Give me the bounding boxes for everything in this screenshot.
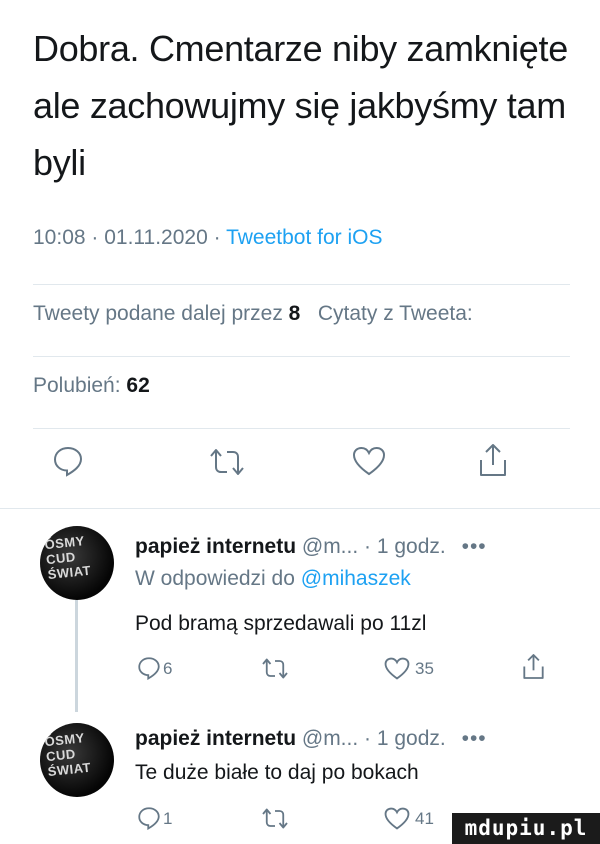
reply-icon[interactable]: [137, 656, 161, 680]
share-icon[interactable]: [522, 653, 545, 680]
like-count: 41: [415, 809, 434, 828]
retweet-icon[interactable]: [207, 447, 247, 477]
reply-text: Pod bramą sprzedawali po 11zl: [135, 612, 427, 635]
author-name[interactable]: papież internetu: [135, 535, 296, 558]
share-icon[interactable]: [478, 443, 508, 477]
more-options-icon[interactable]: •••: [462, 727, 487, 750]
reply-text: Te duże białe to daj po bokach: [135, 761, 419, 784]
author-name[interactable]: papież internetu: [135, 727, 296, 750]
reply-icon[interactable]: [52, 445, 84, 477]
divider: [33, 356, 570, 357]
retweets-label[interactable]: Tweety podane dalej przez: [33, 302, 283, 325]
reply-header: papież internetu @m... · 1 godz. •••: [135, 535, 487, 559]
divider: [33, 428, 570, 429]
author-handle: @m... · 1 godz.: [301, 727, 446, 750]
tweet-client-link[interactable]: Tweetbot for iOS: [226, 226, 382, 249]
reply-count: 6: [163, 659, 173, 678]
mention-link[interactable]: @mihaszek: [301, 567, 411, 590]
tweet-text: Dobra. Cmentarze niby zamknięte ale zach…: [33, 28, 568, 183]
heart-icon[interactable]: [384, 657, 410, 680]
tweet-time: 10:08: [33, 226, 86, 249]
watermark-text: mdupiu.pl: [464, 816, 588, 840]
author-handle: @m... · 1 godz.: [301, 535, 446, 558]
avatar[interactable]: ÓSMY CUD ŚWIAT: [40, 526, 114, 600]
reply-icon[interactable]: [137, 806, 161, 830]
tweet-meta: 10:08 · 01.11.2020 · Tweetbot for iOS: [33, 226, 383, 249]
retweet-icon[interactable]: [260, 807, 290, 830]
divider: [0, 508, 600, 509]
avatar[interactable]: ÓSMY CUD ŚWIAT: [40, 723, 114, 797]
reply-count: 1: [163, 809, 173, 828]
likes-label: Polubień:: [33, 374, 121, 397]
reply-to: W odpowiedzi do @mihaszek: [135, 567, 411, 591]
heart-icon[interactable]: [352, 446, 386, 476]
retweets-count[interactable]: 8: [289, 302, 301, 325]
likes-count: 62: [126, 374, 150, 397]
tweet-date: 01.11.2020: [104, 226, 208, 249]
more-options-icon[interactable]: •••: [462, 535, 487, 558]
reply-to-label: W odpowiedzi do: [135, 567, 295, 590]
tweet-likes[interactable]: Polubień: 62: [33, 374, 150, 398]
tweet-stats: Tweety podane dalej przez 8 Cytaty z Twe…: [33, 302, 473, 326]
quotes-label[interactable]: Cytaty z Tweeta:: [318, 302, 473, 325]
heart-icon[interactable]: [384, 807, 410, 830]
avatar-text: ÓSMY CUD ŚWIAT: [43, 730, 92, 780]
retweet-icon[interactable]: [260, 657, 290, 680]
divider: [33, 284, 570, 285]
reply-header: papież internetu @m... · 1 godz. •••: [135, 727, 487, 751]
thread-line: [75, 600, 78, 712]
like-count: 35: [415, 659, 434, 678]
watermark: mdupiu.pl: [452, 813, 600, 844]
avatar-text: ÓSMY CUD ŚWIAT: [43, 533, 92, 583]
